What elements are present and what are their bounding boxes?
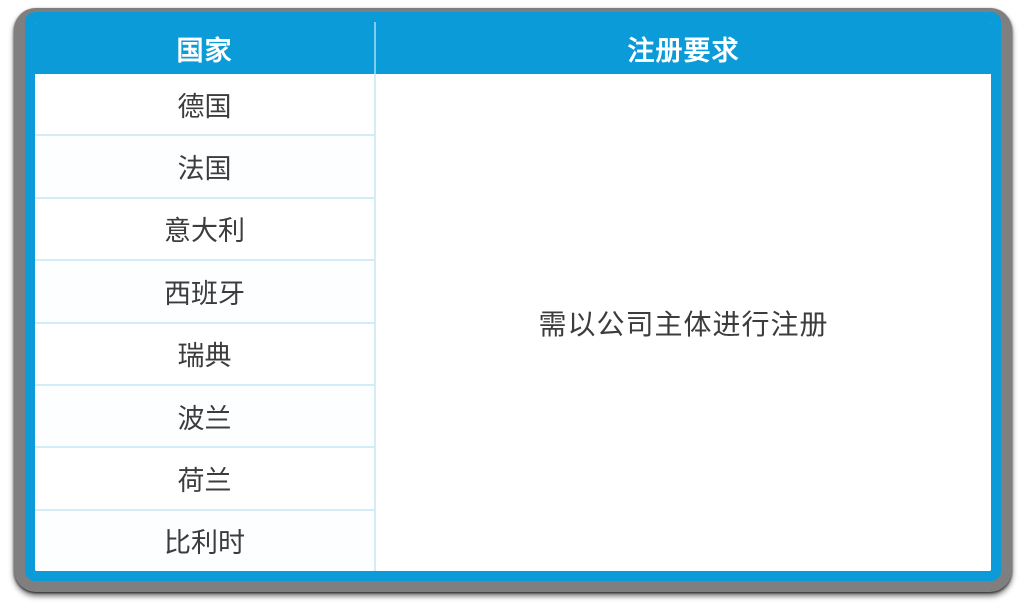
table-row: 法国 <box>35 136 374 199</box>
table-accent-border: 国家 注册要求 德国 法国 意大利 西班牙 瑞典 波兰 荷兰 比利时 需以公司主… <box>25 12 1001 581</box>
requirement-value: 需以公司主体进行注册 <box>538 308 829 340</box>
table-row: 德国 <box>35 74 374 137</box>
country-column: 德国 法国 意大利 西班牙 瑞典 波兰 荷兰 比利时 <box>35 74 376 571</box>
table-row: 意大利 <box>35 198 374 262</box>
column-header-country: 国家 <box>35 22 376 74</box>
table-row: 比利时 <box>35 510 374 571</box>
table-row: 西班牙 <box>35 261 374 324</box>
table-outer-frame: 国家 注册要求 德国 法国 意大利 西班牙 瑞典 波兰 荷兰 比利时 需以公司主… <box>14 8 1012 592</box>
table-header-row: 国家 注册要求 <box>35 22 991 74</box>
column-header-requirement: 注册要求 <box>627 35 740 66</box>
requirement-column: 需以公司主体进行注册 <box>376 74 991 571</box>
table-body: 德国 法国 意大利 西班牙 瑞典 波兰 荷兰 比利时 需以公司主体进行注册 <box>35 74 991 571</box>
registration-requirements-table: 国家 注册要求 德国 法国 意大利 西班牙 瑞典 波兰 荷兰 比利时 需以公司主… <box>35 22 991 571</box>
table-row: 瑞典 <box>35 323 374 386</box>
table-row: 荷兰 <box>35 448 374 511</box>
table-row: 波兰 <box>35 385 374 449</box>
